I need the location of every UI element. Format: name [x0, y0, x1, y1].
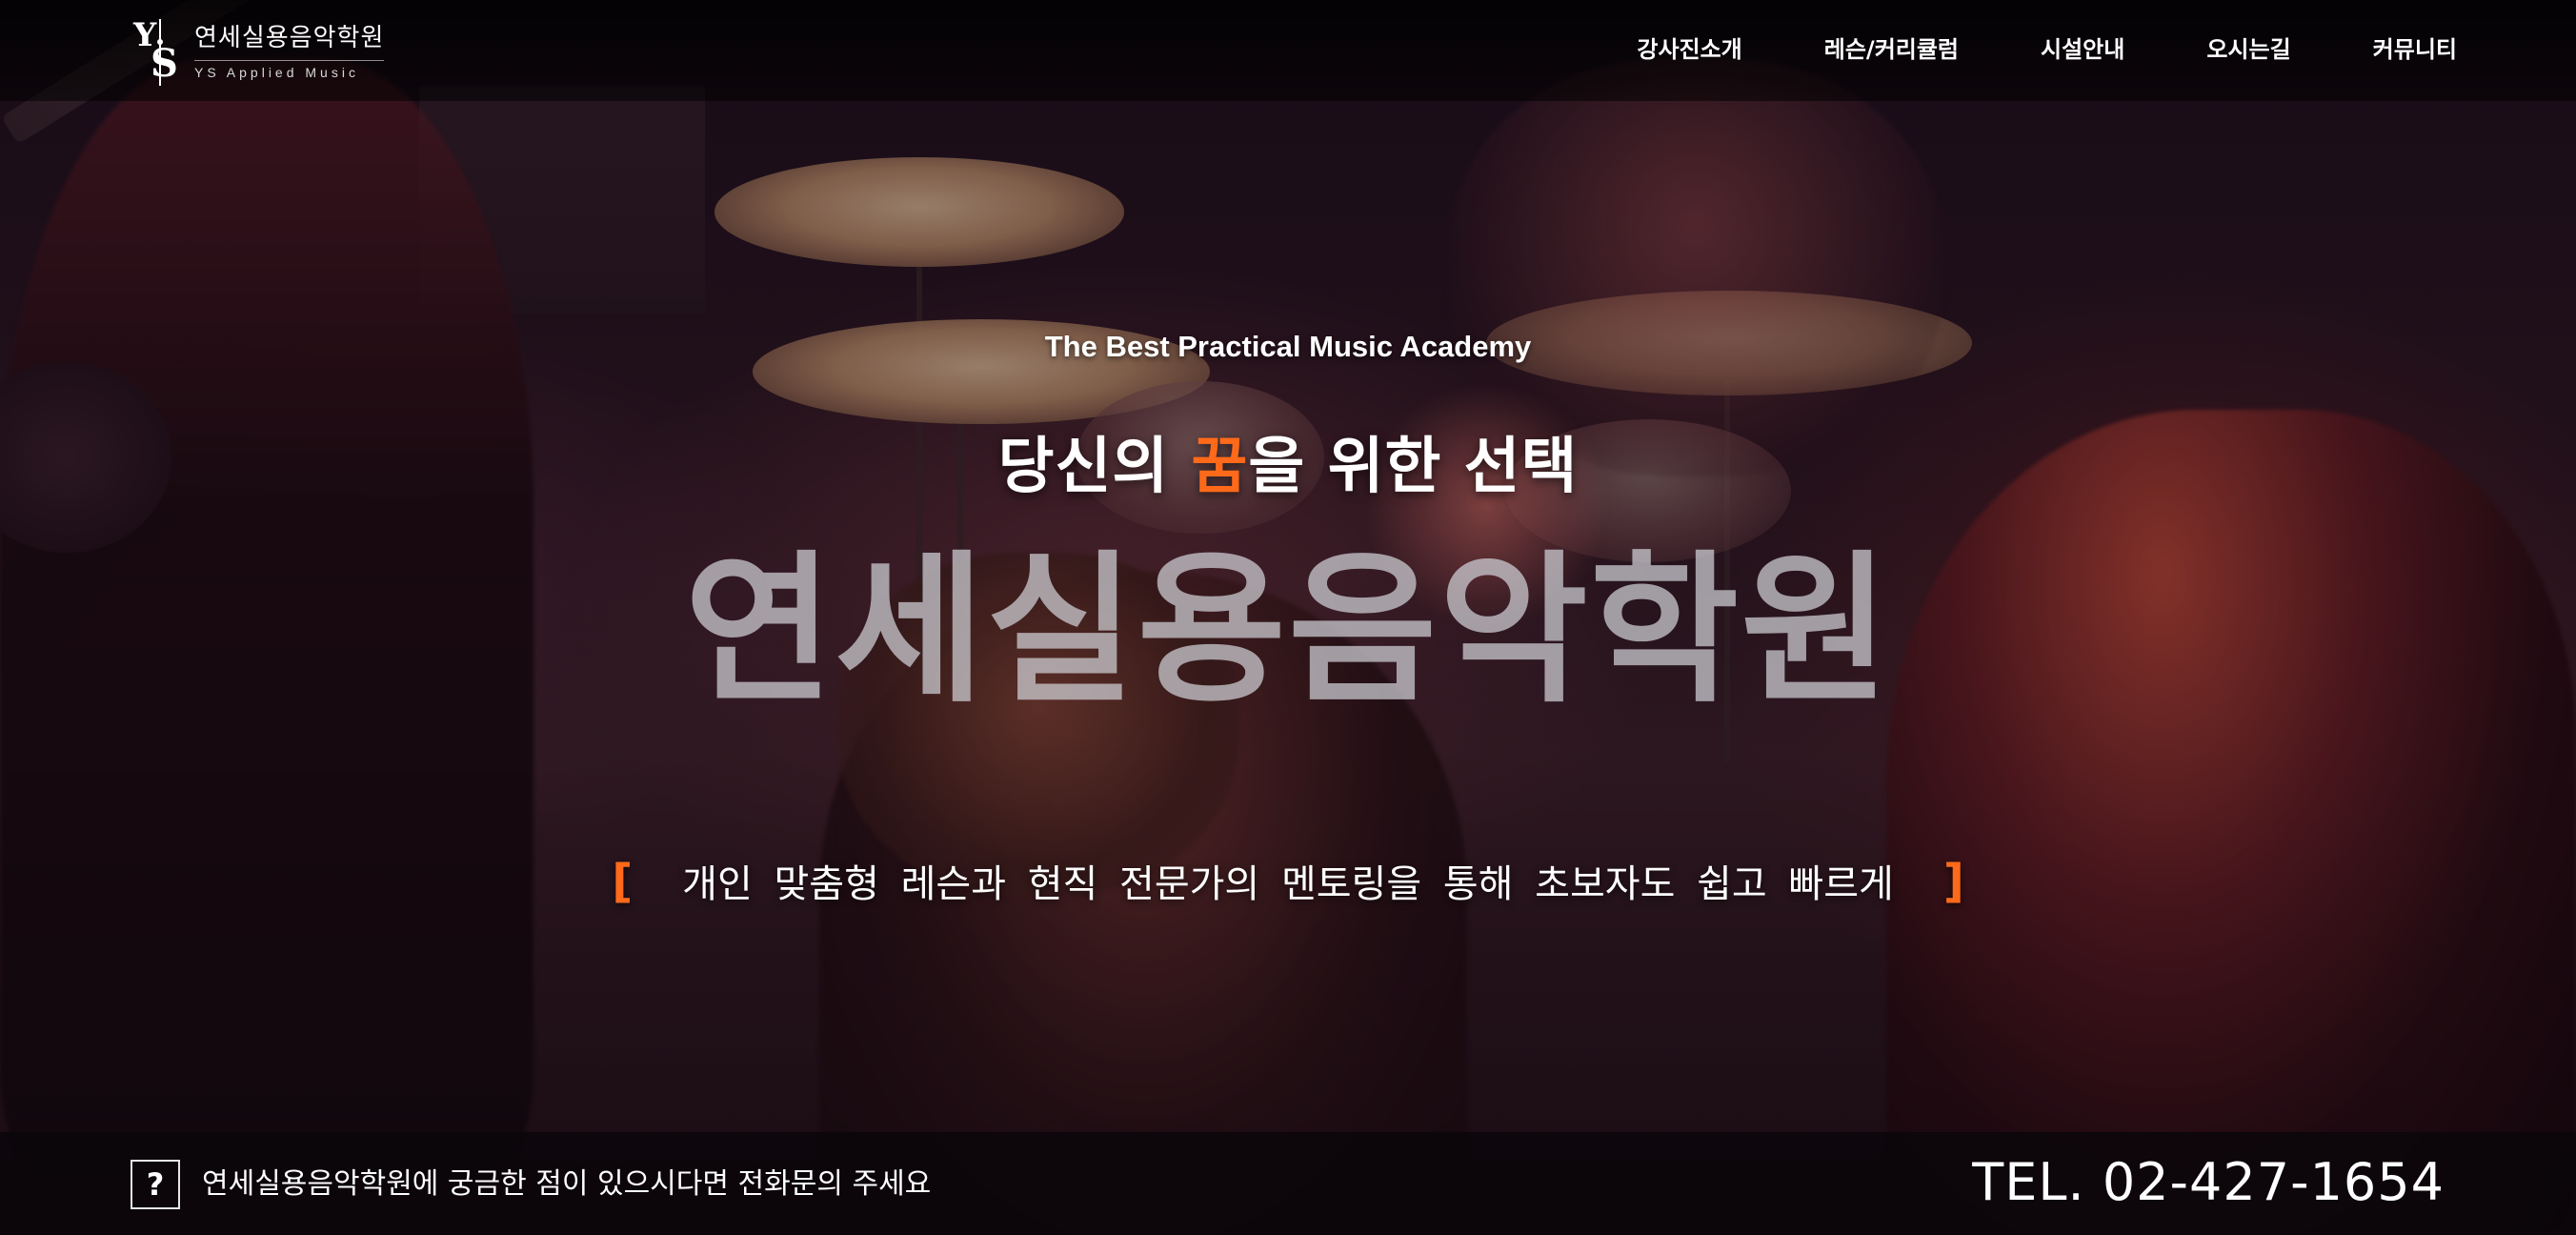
logo[interactable]: Y S 연세실용음악학원 YS Applied Music	[131, 13, 385, 90]
nav-item-community[interactable]: 커뮤니티	[2373, 30, 2457, 69]
contact-bar: ? 연세실용음악학원에 궁금한 점이 있으시다면 전화문의 주세요 TEL. 0…	[0, 1132, 2576, 1235]
logo-title: 연세실용음악학원	[194, 23, 385, 52]
hero-tagline: The Best Practical Music Academy	[1044, 330, 1532, 363]
bracket-open: [	[612, 855, 634, 908]
headline-part: 을 위한 선택	[1248, 432, 1579, 502]
site-header: Y S 연세실용음악학원 YS Applied Music 강사진소개 레슨/커…	[0, 0, 2576, 101]
logo-ys-icon: Y S	[132, 16, 178, 86]
hero-headline: 당신의 꿈을 위한 선택	[0, 417, 2576, 505]
hero-subline: [ 개인 맞춤형 레슨과 현직 전문가의 멘토링을 통해 초보자도 쉽고 빠르게]	[0, 853, 2576, 908]
phone-number[interactable]: TEL. 02-427-1654	[1972, 1151, 2445, 1214]
subline-text: 개인 맞춤형 레슨과 현직 전문가의 멘토링을 통해 초보자도 쉽고 빠르게	[682, 862, 1894, 906]
nav-item-instructors[interactable]: 강사진소개	[1637, 30, 1741, 69]
nav-item-directions[interactable]: 오시는길	[2206, 30, 2290, 69]
contact-message: 연세실용음악학원에 궁금한 점이 있으시다면 전화문의 주세요	[202, 1167, 932, 1201]
nav-item-lessons-curriculum[interactable]: 레슨/커리큘럼	[1824, 30, 1959, 69]
headline-accent: 꿈	[1191, 432, 1249, 502]
main-nav: 강사진소개 레슨/커리큘럼 시설안내 오시는길 커뮤니티	[1555, 30, 2457, 69]
svg-text:S: S	[151, 41, 178, 86]
hero-big-title: 연세실용음악학원	[684, 537, 1892, 725]
nav-item-facilities[interactable]: 시설안내	[2041, 30, 2124, 69]
bracket-close: ]	[1942, 855, 1964, 908]
question-icon: ?	[131, 1160, 180, 1209]
headline-part: 당신의	[997, 432, 1192, 502]
logo-subtitle: YS Applied Music	[194, 59, 385, 80]
